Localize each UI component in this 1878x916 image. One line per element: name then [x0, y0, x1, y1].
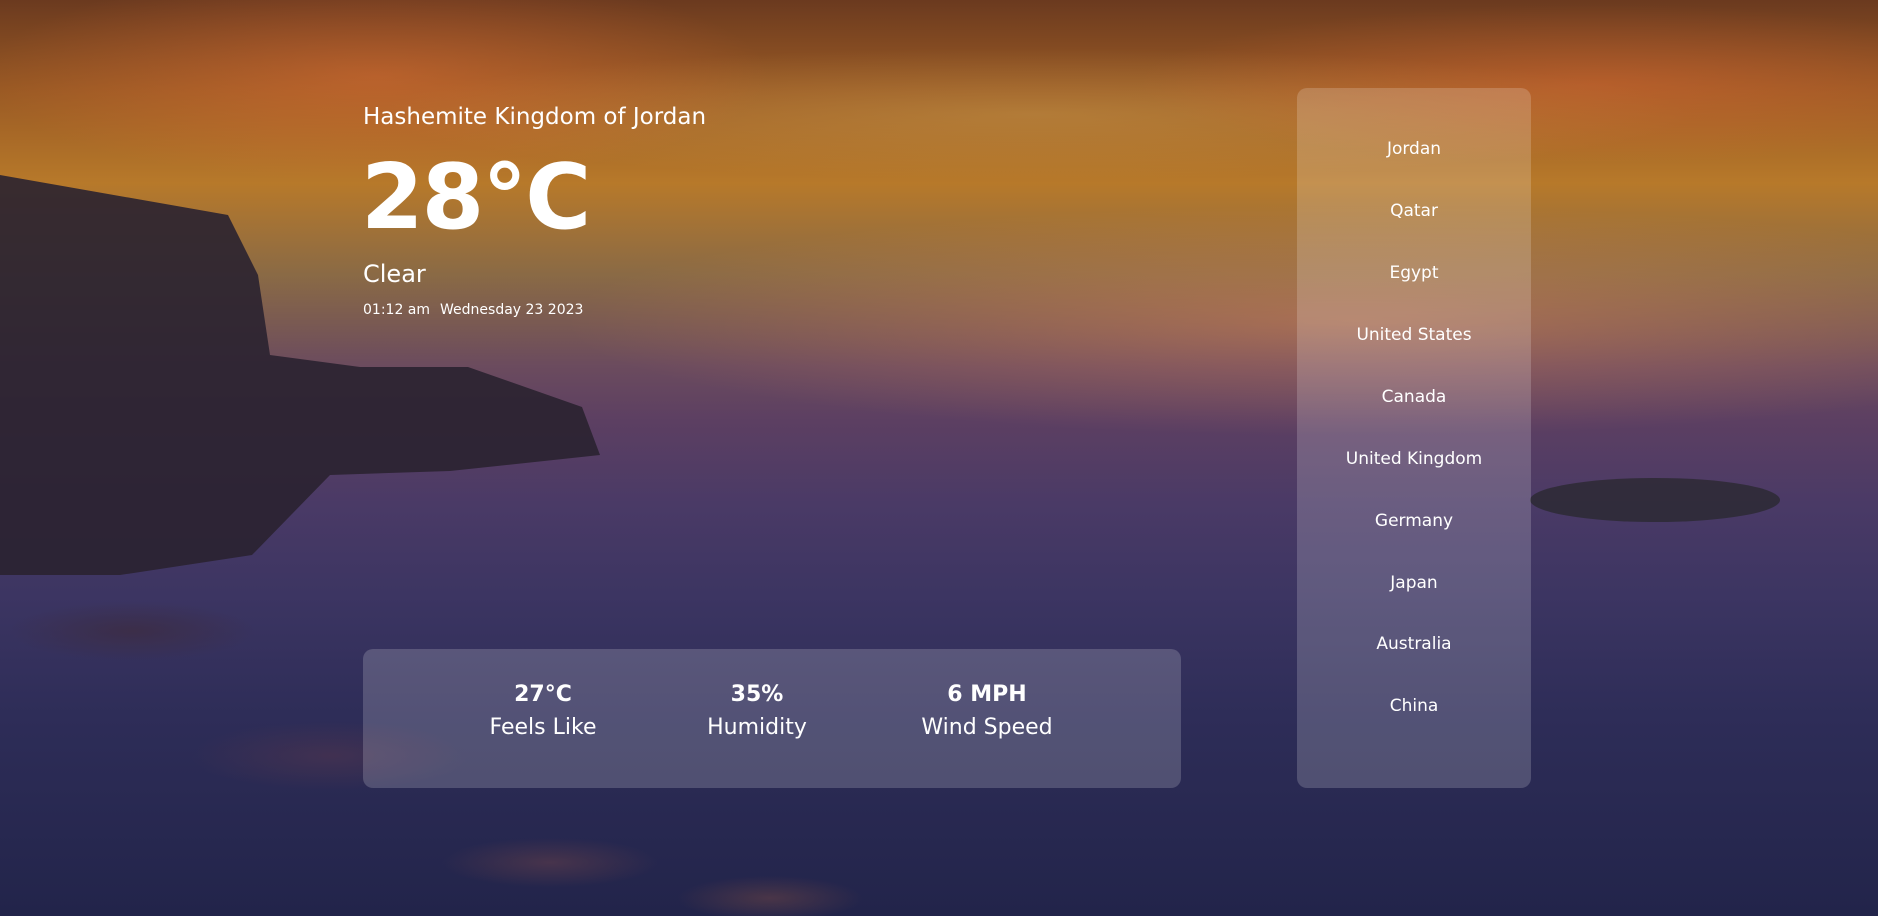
country-item-germany[interactable]: Germany	[1297, 511, 1531, 531]
stats-panel: 27°C Feels Like 35% Humidity 6 MPH Wind …	[363, 649, 1181, 788]
humidity-stat: 35% Humidity	[707, 679, 807, 745]
country-item-egypt[interactable]: Egypt	[1297, 263, 1531, 283]
background-sky	[0, 0, 1878, 380]
weather-condition: Clear	[363, 260, 426, 288]
datetime: 01:12 am Wednesday 23 2023	[363, 302, 593, 318]
humidity-value: 35%	[730, 682, 784, 707]
current-time: 01:12 am	[363, 302, 431, 318]
country-item-japan[interactable]: Japan	[1297, 573, 1531, 593]
feels-like-stat: 27°C Feels Like	[490, 679, 597, 745]
feels-like-value: 27°C	[514, 682, 572, 707]
country-item-china[interactable]: China	[1297, 696, 1531, 716]
country-list: Jordan Qatar Egypt United States Canada …	[1297, 88, 1531, 788]
country-item-qatar[interactable]: Qatar	[1297, 201, 1531, 221]
wind-speed-label: Wind Speed	[921, 715, 1053, 740]
country-item-united-kingdom[interactable]: United Kingdom	[1297, 449, 1531, 469]
country-item-united-states[interactable]: United States	[1297, 325, 1531, 345]
background-island	[1530, 478, 1780, 522]
wind-speed-stat: 6 MPH Wind Speed	[921, 679, 1052, 745]
humidity-label: Humidity	[707, 715, 807, 740]
country-item-canada[interactable]: Canada	[1297, 387, 1531, 407]
country-item-australia[interactable]: Australia	[1297, 634, 1531, 654]
current-date: Wednesday 23 2023	[440, 302, 584, 318]
wind-speed-value: 6 MPH	[947, 682, 1027, 707]
location-name: Hashemite Kingdom of Jordan	[363, 104, 707, 130]
current-temperature: 28°C	[361, 145, 591, 250]
feels-like-label: Feels Like	[489, 715, 597, 740]
country-item-jordan[interactable]: Jordan	[1297, 139, 1531, 159]
